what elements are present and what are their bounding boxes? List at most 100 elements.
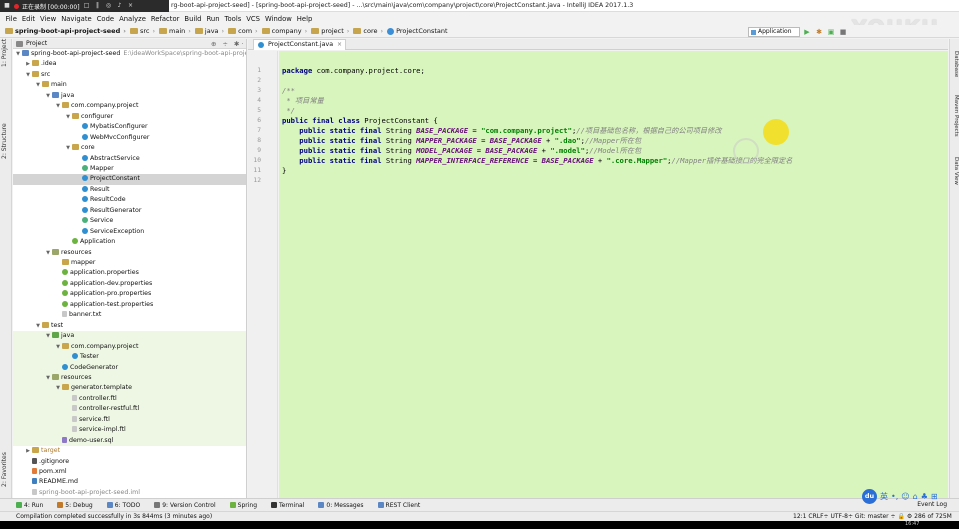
tree-item[interactable]: ▶ .idea <box>13 59 246 70</box>
breadcrumb-projectconstant[interactable]: ProjectConstant <box>385 27 449 35</box>
tool-window-run[interactable]: 4: Run <box>16 502 43 509</box>
tree-item[interactable]: Service <box>13 216 246 227</box>
recorder-camera-icon[interactable]: ◎ <box>105 2 113 10</box>
tree-item[interactable]: service.ftl <box>13 414 246 426</box>
tool-window-debug[interactable]: 5: Debug <box>57 502 93 509</box>
tree-item[interactable]: ▶ target <box>13 446 246 457</box>
menu-item-file[interactable]: File <box>3 15 19 23</box>
breadcrumb-main[interactable]: main › <box>157 27 193 35</box>
tree-item[interactable]: ▼ resources <box>13 248 246 259</box>
chevron-down-icon[interactable]: ▼ <box>35 80 41 91</box>
menu-item-analyze[interactable]: Analyze <box>117 15 149 23</box>
tree-item[interactable]: pom.xml <box>13 467 246 478</box>
tree-item[interactable]: ▼ generator.template <box>13 383 246 394</box>
chevron-down-icon[interactable]: ▼ <box>55 101 61 112</box>
database-tool-tab[interactable]: Database <box>953 51 959 77</box>
tree-item[interactable]: ▼ com.company.project <box>13 341 246 353</box>
tree-item[interactable]: AbstractService <box>13 154 246 165</box>
tree-item[interactable]: spring-boot-api-project-seed.iml <box>13 488 246 498</box>
chevron-down-icon[interactable]: ▼ <box>55 383 61 394</box>
recorder-mic-icon[interactable]: ♪ <box>116 2 124 10</box>
tool-window-todo[interactable]: 6: TODO <box>106 502 140 509</box>
recorder-pause-icon[interactable]: ‖ <box>94 2 102 10</box>
menu-item-help[interactable]: Help <box>294 15 315 23</box>
tree-item[interactable]: README.md <box>13 477 246 488</box>
tree-item[interactable]: banner.txt <box>13 310 246 321</box>
tree-item[interactable]: ▼ resources <box>13 372 246 384</box>
data-view-tool-tab[interactable]: Data View <box>953 157 959 185</box>
chevron-right-icon[interactable]: ▶ <box>25 446 31 457</box>
run-configuration-select[interactable]: Application <box>748 27 800 37</box>
chevron-down-icon[interactable]: ▼ <box>65 143 71 154</box>
tree-item[interactable]: application-pro.properties <box>13 289 246 300</box>
breadcrumb-java[interactable]: java › <box>193 27 226 35</box>
chevron-down-icon[interactable]: ▼ <box>45 331 51 342</box>
stop-icon[interactable]: ■ <box>839 28 847 36</box>
tool-window-spring[interactable]: Spring <box>229 502 257 509</box>
tree-item[interactable]: application-test.properties <box>13 300 246 311</box>
tree-item[interactable]: ▼ test <box>13 321 246 332</box>
tree-item[interactable]: ResultGenerator <box>13 206 246 217</box>
menu-item-build[interactable]: Build <box>182 15 204 23</box>
tree-item[interactable]: ▼ configurer <box>13 112 246 123</box>
breadcrumb-com[interactable]: com › <box>226 27 260 35</box>
recorder-menu-icon[interactable]: ■ <box>3 2 11 10</box>
tree-item[interactable]: ▼ src <box>13 70 246 81</box>
tool-window-rest[interactable]: REST Client <box>377 502 420 509</box>
breadcrumb-src[interactable]: src › <box>128 27 157 35</box>
tree-item[interactable]: ResultCode <box>13 195 246 206</box>
tree-item[interactable]: mapper <box>13 258 246 269</box>
menu-item-run[interactable]: Run <box>204 15 222 23</box>
ime-language-toggle[interactable]: 英 <box>880 491 888 502</box>
project-panel-title[interactable]: Project <box>26 40 47 47</box>
tree-item[interactable]: ▼ com.company.project <box>13 101 246 112</box>
breadcrumb-project[interactable]: project › <box>309 27 351 35</box>
tree-item[interactable]: controller-restful.ftl <box>13 404 246 415</box>
tree-item[interactable]: .gitignore <box>13 457 246 468</box>
menu-item-view[interactable]: View <box>38 15 59 23</box>
chevron-down-icon[interactable]: ▼ <box>15 49 21 60</box>
tree-item[interactable]: application-dev.properties <box>13 279 246 290</box>
debug-icon[interactable]: ✱ <box>815 28 823 36</box>
favorites-tool-tab[interactable]: 2: Favorites <box>1 452 8 487</box>
menu-item-code[interactable]: Code <box>94 15 116 23</box>
menu-item-vcs[interactable]: VCS <box>244 15 263 23</box>
structure-tool-tab[interactable]: 2: Structure <box>1 123 8 159</box>
tree-item[interactable]: ▼ java <box>13 331 246 342</box>
tree-item[interactable]: ▼ java <box>13 91 246 102</box>
tree-item[interactable]: service-impl.ftl <box>13 425 246 436</box>
chevron-down-icon[interactable]: ▼ <box>35 321 41 332</box>
tree-item[interactable]: ▼ spring-boot-api-project-seed E:\ideaWork… <box>13 49 246 60</box>
menu-grid-icon[interactable]: ⊞ <box>931 492 938 501</box>
menu-item-refactor[interactable]: Refactor <box>148 15 182 23</box>
project-tool-tab[interactable]: 1: Project <box>1 39 8 67</box>
chevron-down-icon[interactable]: ▼ <box>45 248 51 259</box>
tree-item[interactable]: Tester <box>13 352 246 363</box>
tree-item-selected[interactable]: ProjectConstant <box>13 174 246 185</box>
tool-window-messages[interactable]: 0: Messages <box>318 502 364 509</box>
toolbox-icon[interactable]: ♣ <box>921 492 928 501</box>
emoji-icon[interactable]: ☺ <box>901 492 909 501</box>
tree-item[interactable]: controller.ftl <box>13 393 246 405</box>
run-icon[interactable]: ▶ <box>803 28 811 36</box>
tree-item[interactable]: Application <box>13 237 246 248</box>
tree-item[interactable]: ▼ main <box>13 80 246 91</box>
chevron-down-icon[interactable]: ▼ <box>65 112 71 123</box>
chevron-down-icon[interactable]: ▼ <box>55 342 61 353</box>
project-panel-actions[interactable]: ⊕ ÷ ✱· ⊢ <box>211 40 246 48</box>
tree-item[interactable]: Result <box>13 185 246 196</box>
tree-item[interactable]: MybatisConfigurer <box>13 122 246 133</box>
punctuation-icon[interactable]: •, <box>891 492 898 501</box>
tree-item[interactable]: demo-user.sql <box>13 435 246 447</box>
chevron-down-icon[interactable]: ▼ <box>45 373 51 384</box>
status-indicators[interactable]: 12:1 CRLF÷ UTF-8÷ Git: master ÷ 🔒 ⚙ 286 … <box>793 512 952 521</box>
tab-projectconstant[interactable]: ProjectConstant.java × <box>253 39 347 50</box>
tree-item[interactable]: WebMvcConfigurer <box>13 133 246 144</box>
tree-item[interactable]: ServiceException <box>13 227 246 238</box>
chevron-right-icon[interactable]: ▶ <box>25 59 31 70</box>
menu-item-edit[interactable]: Edit <box>19 15 37 23</box>
maven-projects-tool-tab[interactable]: Maven Projects <box>953 95 959 137</box>
menu-item-tools[interactable]: Tools <box>222 15 244 23</box>
tree-item[interactable]: application.properties <box>13 268 246 279</box>
chevron-down-icon[interactable]: ▼ <box>45 91 51 102</box>
